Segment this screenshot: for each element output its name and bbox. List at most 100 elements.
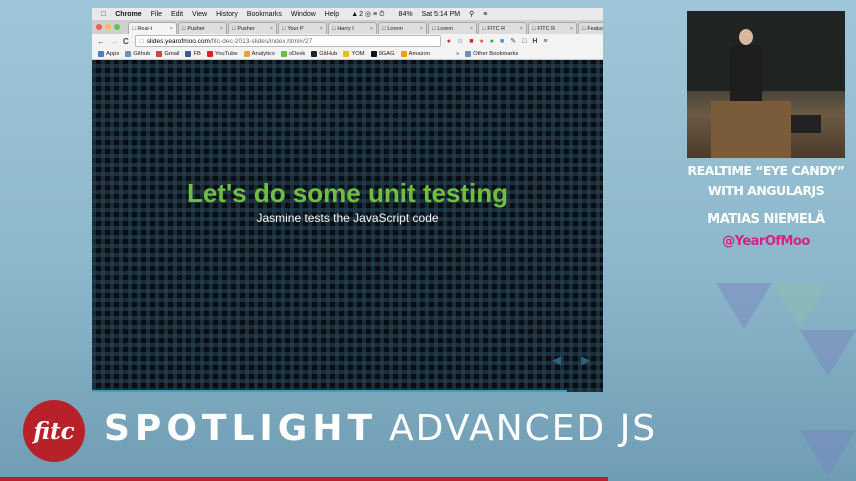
- decor-triangle: [800, 330, 856, 376]
- apple-menu-icon[interactable]: : [101, 11, 106, 18]
- close-tab-icon[interactable]: ×: [170, 26, 173, 32]
- menu-item-window[interactable]: Window: [291, 11, 316, 18]
- address-bar[interactable]: □ slides.yearofmoo.com/fitc-dec-2013-sli…: [134, 35, 441, 47]
- tab-label: Lorem: [387, 25, 403, 32]
- bookmark-label: Apps: [106, 50, 120, 57]
- bookmark-favicon-icon: [370, 50, 377, 57]
- favicon-icon: □: [532, 25, 536, 32]
- tab-label: Pusher: [187, 25, 205, 32]
- bookmarks-overflow-button[interactable]: »: [456, 51, 459, 57]
- extension-icon[interactable]: H: [532, 38, 537, 45]
- browser-tab[interactable]: □ Lorem ×: [378, 22, 427, 34]
- bookmark-favicon-icon: [311, 50, 318, 57]
- bookmark-item[interactable]: Analytics: [243, 50, 275, 57]
- menu-item-help[interactable]: Help: [325, 11, 339, 18]
- reload-button[interactable]: C: [123, 37, 129, 46]
- browser-tab[interactable]: □ FITC R ×: [478, 22, 527, 34]
- bookmark-label: oDesk: [288, 50, 306, 57]
- menu-item-bookmarks[interactable]: Bookmarks: [247, 11, 282, 18]
- bookmark-favicon-icon: [156, 50, 163, 57]
- slide-title: Let's do some unit testing: [186, 178, 509, 208]
- url-host: slides.yearofmoo.com: [146, 37, 210, 45]
- favicon-icon: □: [382, 25, 386, 32]
- bookmark-favicon-icon: [343, 50, 350, 57]
- browser-tab[interactable]: □ Real-t ×: [128, 22, 177, 34]
- next-slide-arrow-icon[interactable]: ▶: [581, 353, 590, 367]
- bookmark-item[interactable]: Gmail: [156, 50, 179, 57]
- extension-icon[interactable]: □: [522, 38, 526, 45]
- favicon-icon: □: [432, 25, 436, 32]
- bookmark-item[interactable]: Amazon: [400, 50, 430, 57]
- browser-tab[interactable]: □ Pusher ×: [178, 22, 227, 34]
- spotlight-search-icon[interactable]: ⚲: [469, 10, 474, 18]
- laptop: [791, 115, 821, 133]
- close-tab-icon[interactable]: ×: [270, 26, 273, 32]
- browser-tab[interactable]: □ Pusher ×: [228, 22, 277, 34]
- other-bookmarks-folder[interactable]: Other Bookmarks: [465, 50, 518, 57]
- tab-bar: □ Real-t × □ Pusher × □ Pusher × □ Your P × □ Harry I…: [92, 20, 603, 34]
- bookmark-favicon-icon: [400, 50, 407, 57]
- browser-tab[interactable]: □Featur×: [578, 22, 603, 34]
- menu-item-file[interactable]: File: [151, 11, 162, 18]
- bookmark-item[interactable]: oDesk: [280, 50, 306, 57]
- close-tab-icon[interactable]: ×: [320, 26, 323, 32]
- tab-strip: □ Real-t × □ Pusher × □ Pusher × □ Your P × □ Harry I…: [127, 22, 603, 34]
- browser-tab[interactable]: □ Lorem ×: [428, 22, 477, 34]
- battery-indicator[interactable]: 84%: [399, 11, 413, 18]
- menu-item-edit[interactable]: Edit: [171, 11, 183, 18]
- brand-spotlight: SPOTLIGHT: [104, 408, 378, 449]
- star-icon[interactable]: ☆: [457, 37, 463, 45]
- menu-item-chrome[interactable]: Chrome: [115, 11, 141, 18]
- bookmark-item[interactable]: Github: [125, 50, 151, 57]
- close-tab-icon[interactable]: ×: [470, 26, 473, 32]
- close-window-button[interactable]: [96, 24, 102, 30]
- bookmarks-bar: Apps Github Gmail FB YouTube Analytics oDesk Gi…: [92, 48, 603, 60]
- forward-button[interactable]: →: [110, 37, 118, 46]
- extension-icon[interactable]: ●: [480, 38, 484, 45]
- extension-icon[interactable]: ●: [490, 38, 494, 45]
- close-tab-icon[interactable]: ×: [520, 26, 523, 32]
- menu-item-view[interactable]: View: [192, 11, 207, 18]
- bookmark-label: Github: [133, 50, 151, 57]
- favicon-icon: □: [482, 25, 486, 32]
- zoom-window-button[interactable]: [114, 24, 120, 30]
- bookmark-favicon-icon: [280, 50, 287, 57]
- extension-icon[interactable]: ✎: [510, 37, 516, 45]
- menu-item-history[interactable]: History: [216, 11, 238, 18]
- back-button[interactable]: ←: [97, 37, 105, 46]
- extension-icon[interactable]: ■: [500, 38, 504, 45]
- folder-icon: [465, 50, 472, 57]
- bottom-accent-line: [0, 477, 608, 481]
- chrome-menu-icon[interactable]: ≡: [543, 38, 547, 45]
- bookmark-item[interactable]: Apps: [98, 50, 120, 57]
- extension-icon[interactable]: ●: [447, 38, 451, 45]
- close-tab-icon[interactable]: ×: [570, 26, 573, 32]
- bookmark-item[interactable]: GitHub: [311, 50, 337, 57]
- tab-label: Pusher: [237, 25, 255, 32]
- browser-tab[interactable]: □ FITC R ×: [528, 22, 577, 34]
- slide-viewport[interactable]: Let's do some unit testing Jasmine tests…: [92, 60, 603, 392]
- tab-label: FITC R: [537, 25, 556, 32]
- bookmark-item[interactable]: FB: [185, 50, 201, 57]
- browser-tab[interactable]: □ Harry I ×: [328, 22, 377, 34]
- menubar-clock[interactable]: Sat 5:14 PM: [422, 11, 461, 18]
- close-tab-icon[interactable]: ×: [370, 26, 373, 32]
- prev-slide-arrow-icon[interactable]: ◀: [552, 353, 561, 367]
- browser-tab[interactable]: □ Your P ×: [278, 22, 327, 34]
- close-tab-icon[interactable]: ×: [220, 26, 223, 32]
- bookmark-item[interactable]: YOM: [343, 50, 365, 57]
- bookmark-label: 9GAG: [378, 50, 395, 57]
- bookmark-item[interactable]: YouTube: [206, 50, 238, 57]
- extension-icon[interactable]: ■: [469, 38, 473, 45]
- fitc-logo: fitc: [23, 400, 85, 462]
- menubar-status-icons[interactable]: ▲2 ◎ ≡ ⏱: [351, 10, 384, 19]
- decor-triangle: [772, 283, 828, 329]
- speaker-head: [739, 29, 753, 45]
- close-tab-icon[interactable]: ×: [420, 26, 423, 32]
- minimize-window-button[interactable]: [105, 24, 111, 30]
- notification-list-icon[interactable]: ≡: [483, 11, 487, 18]
- chalkboard: [687, 11, 845, 91]
- tab-label: Featur: [587, 25, 603, 32]
- bookmark-item[interactable]: 9GAG: [370, 50, 395, 57]
- tab-label: Lorem: [437, 25, 453, 32]
